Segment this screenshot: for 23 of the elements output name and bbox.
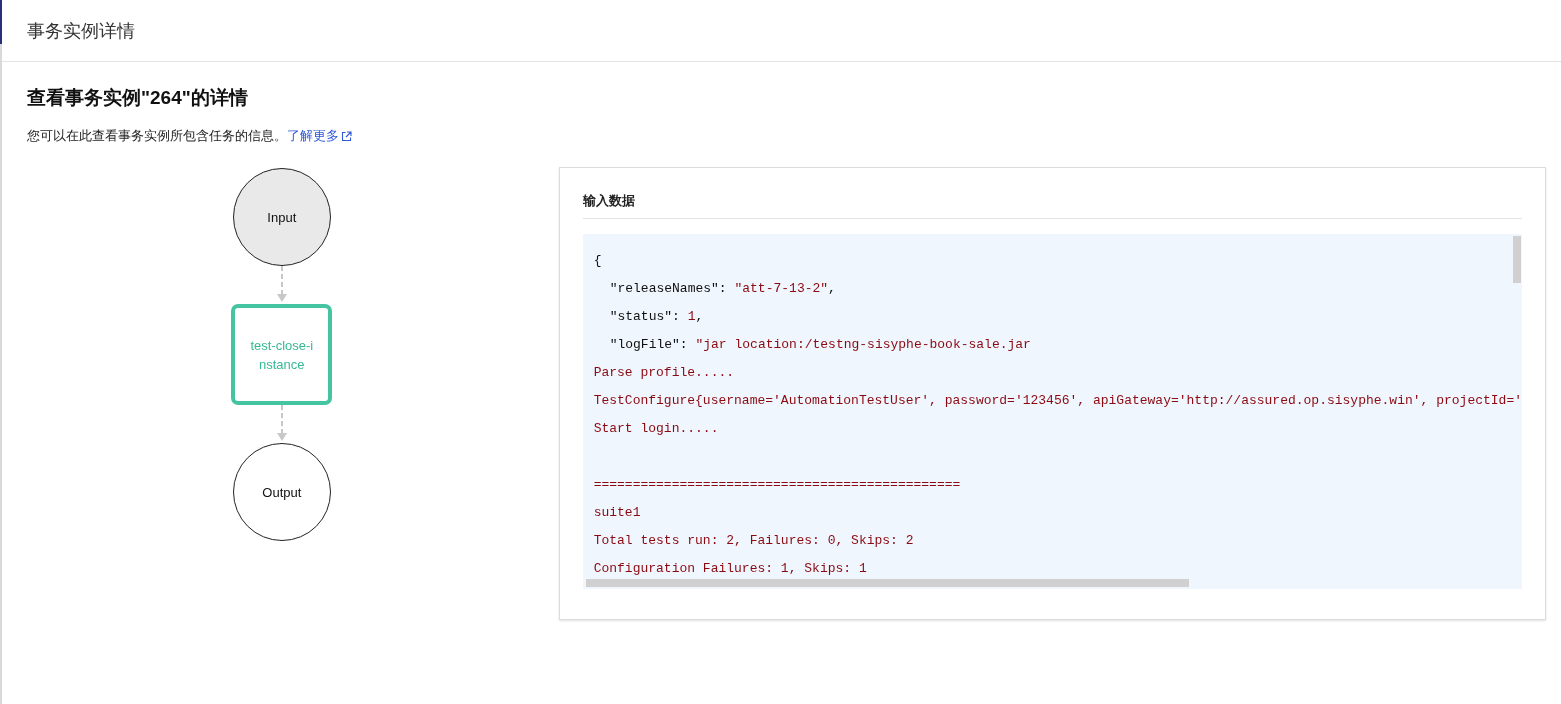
output-node[interactable]: Output xyxy=(232,443,331,541)
dashed-arrow xyxy=(276,266,287,302)
learn-more-link[interactable]: 了解更多 xyxy=(287,128,352,145)
vertical-scrollbar[interactable] xyxy=(1513,236,1521,283)
input-node[interactable]: Input xyxy=(232,168,331,266)
code-line: Configuration Failures: 1, Skips: 1 xyxy=(593,560,867,578)
code-line: "logFile": "jar location:/testng-sisyphe-book-sale.jar xyxy=(608,336,1031,354)
code-line: "releaseNames": "att-7-13-2", xyxy=(608,280,836,298)
code-line: suite1 xyxy=(593,504,641,522)
code-line: "status": 1, xyxy=(608,308,704,326)
dashed-arrow xyxy=(276,405,287,441)
code-line: TestConfigure{username='AutomationTestUser', password='123456', apiGateway='http://assured.op.sisyphe.win', projectId=' xyxy=(593,392,1522,410)
code-line: Parse profile..... xyxy=(593,364,735,382)
page-heading: 查看事务实例"264"的详情 xyxy=(27,86,249,110)
external-link-icon xyxy=(341,131,352,142)
code-line: { xyxy=(593,252,602,270)
card-title: 输入数据 xyxy=(582,192,1522,219)
code-line: =============================================== xyxy=(593,476,961,494)
window-title: 事务实例详情 xyxy=(27,19,135,43)
code-line: Start login..... xyxy=(593,420,719,438)
code-line: Total tests run: 2, Failures: 0, Skips: 2 xyxy=(593,532,914,550)
description-text: 您可以在此查看事务实例所包含任务的信息。 xyxy=(27,128,287,145)
horizontal-scrollbar[interactable] xyxy=(585,579,1189,587)
